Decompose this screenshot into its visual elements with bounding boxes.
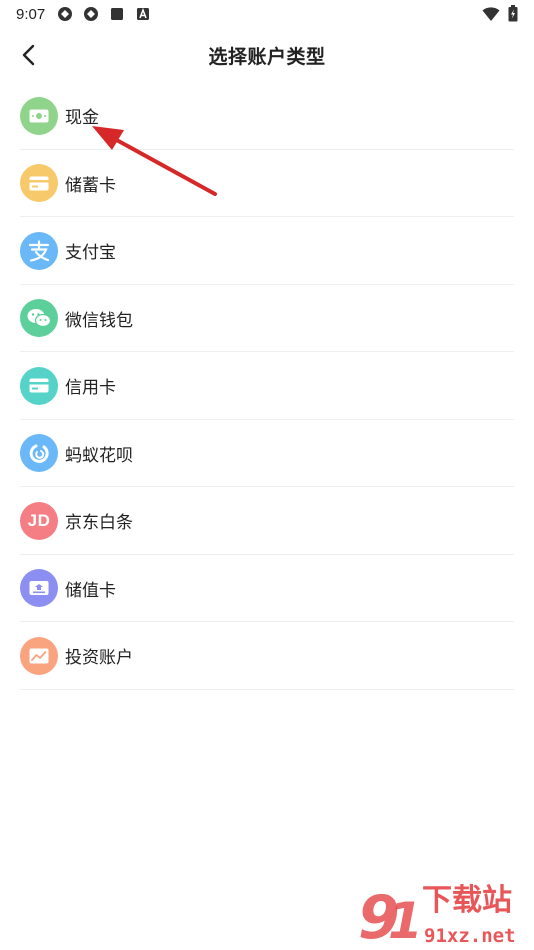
savings-card-icon [20,164,58,203]
alipay-icon [20,231,58,270]
account-type-stored-value-card[interactable]: 储值卡 [0,555,534,623]
notification-app-icon [58,7,73,21]
huabei-icon [20,434,58,473]
watermark-main-text: 下载站 [422,883,512,918]
watermark-logo-icon: 9 1 下载站 91xz.net [358,883,516,948]
notification-app-icon-2 [84,7,99,21]
notification-square-icon [111,8,124,20]
annotation-arrow-icon [92,126,217,196]
back-button[interactable] [10,37,46,73]
account-type-jd-baitiao[interactable]: JD 京东白条 [0,487,534,555]
account-type-wechat-wallet[interactable]: 微信钱包 [0,285,534,353]
jd-icon: JD [20,501,58,540]
screen: 9:07 选择账户类型 现金 储蓄卡 支付宝 微信钱包 信用卡 蚂蚁花呗 JD … [0,0,534,950]
account-type-label: 储值卡 [65,580,116,601]
account-type-label: 微信钱包 [65,310,133,331]
jd-icon-text: JD [27,510,51,530]
wifi-icon [482,6,500,21]
account-type-alipay[interactable]: 支付宝 [0,217,534,285]
account-type-label: 投资账户 [65,648,133,669]
status-bar: 9:07 [0,0,534,28]
account-type-label: 信用卡 [65,378,116,399]
watermark-domain-text: 91xz.net [424,925,516,947]
account-type-credit-card[interactable]: 信用卡 [0,352,534,420]
account-type-label: 支付宝 [65,243,116,264]
investment-icon [20,636,58,675]
account-type-label: 蚂蚁花呗 [65,445,133,466]
account-type-investment[interactable]: 投资账户 [0,622,534,690]
svg-text:1: 1 [388,892,423,948]
status-right [482,5,518,22]
cash-icon [20,96,58,135]
credit-card-icon [20,366,58,405]
notification-a-icon [137,7,150,20]
battery-icon [508,5,518,22]
wechat-icon [20,299,58,338]
page-title: 选择账户类型 [208,45,326,68]
status-time: 9:07 [16,5,46,23]
app-header: 选择账户类型 [0,28,534,82]
account-type-huabei[interactable]: 蚂蚁花呗 [0,420,534,488]
account-type-label: 京东白条 [65,513,133,534]
back-arrow-icon [22,44,35,66]
stored-value-card-icon [20,569,58,608]
